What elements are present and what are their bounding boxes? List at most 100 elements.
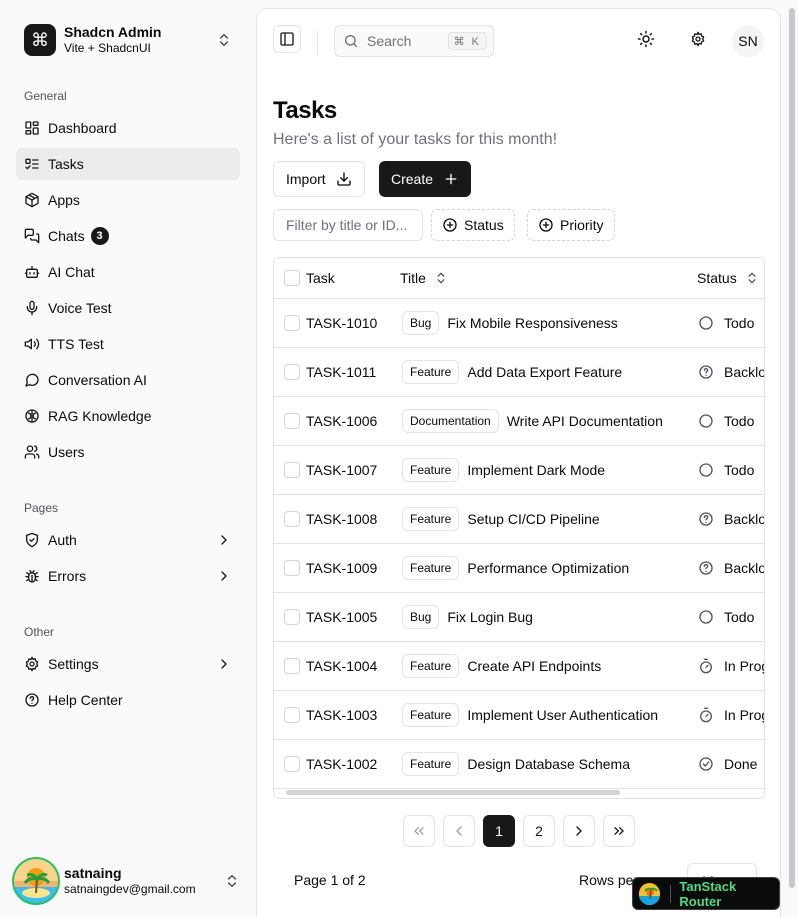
command-icon: ⌘ [24, 24, 56, 56]
page-2-button[interactable]: 2 [523, 815, 555, 847]
create-label: Create [391, 171, 434, 187]
row-checkbox[interactable] [284, 511, 300, 527]
tanstack-label: TanStack Router [679, 878, 737, 909]
sidebar-item-apps[interactable]: Apps [16, 184, 240, 216]
status-filter-button[interactable]: Status [431, 209, 515, 241]
gear-icon [691, 31, 705, 47]
table-row[interactable]: TASK-1011 Feature Add Data Export Feature B… [274, 348, 764, 397]
chevrons-right-icon [614, 827, 624, 835]
row-checkbox[interactable] [284, 560, 300, 576]
sidebar-item-tasks[interactable]: Tasks [16, 148, 240, 180]
task-id: TASK-1004 [306, 658, 378, 674]
last-page-button[interactable] [603, 815, 635, 847]
search-icon [345, 35, 357, 47]
messages-icon [24, 228, 40, 244]
table-row[interactable]: TASK-1007 Feature Implement Dark Mode Todo [274, 446, 764, 495]
row-checkbox[interactable] [284, 658, 300, 674]
table-row[interactable]: TASK-1005 Bug Fix Login Bug Todo [274, 593, 764, 642]
timer-icon [700, 658, 712, 674]
label-badge: Feature [402, 556, 460, 580]
page-1-button[interactable]: 1 [483, 815, 515, 847]
sidebar-item-settings[interactable]: Settings [16, 648, 240, 680]
sidebar-item-auth[interactable]: Auth [16, 524, 240, 556]
task-title: Performance Optimization [467, 560, 630, 576]
column-status-sort[interactable]: Status [697, 258, 759, 298]
chevron-right-icon [221, 571, 227, 581]
row-checkbox[interactable] [284, 756, 300, 772]
title-cell: Feature Implement Dark Mode [402, 446, 605, 494]
sidebar-item-label: Errors [48, 568, 87, 584]
table-row[interactable]: TASK-1003 Feature Implement User Authentic… [274, 691, 764, 740]
sidebar-item-dashboard[interactable]: Dashboard [16, 112, 240, 144]
sidebar-item-label: Apps [48, 192, 80, 208]
search-button[interactable]: Search ⌘ K [334, 25, 494, 57]
help-circle-icon [699, 561, 713, 575]
horizontal-scrollbar[interactable] [286, 790, 620, 795]
next-page-button[interactable] [563, 815, 595, 847]
task-id: TASK-1006 [306, 413, 378, 429]
row-checkbox[interactable] [284, 413, 300, 429]
user-menu[interactable]: satnaing satnaingdev@gmail.com [8, 853, 248, 909]
status-cell: Todo [698, 299, 754, 347]
list-todo-icon [25, 158, 39, 170]
task-title: Write API Documentation [506, 413, 663, 429]
title-cell: Feature Add Data Export Feature [402, 348, 622, 396]
title-cell: Feature Design Database Schema [402, 740, 630, 788]
table-row[interactable]: TASK-1004 Feature Create API Endpoints In P… [274, 642, 764, 691]
chats-count-badge: 3 [90, 227, 109, 245]
label-badge: Feature [402, 752, 460, 776]
task-id: TASK-1007 [306, 462, 378, 478]
page-scrollbar[interactable] [789, 8, 795, 888]
tanstack-devtools-button[interactable]: TanStack Router [632, 877, 780, 910]
filter-input[interactable]: Filter by title or ID... [273, 209, 423, 241]
column-title: Title [400, 270, 426, 286]
bug-icon [25, 570, 39, 583]
sidebar-item-errors[interactable]: Errors [16, 560, 240, 592]
row-select-cell [284, 544, 300, 592]
import-button[interactable]: Import [273, 161, 365, 197]
column-title-sort[interactable]: Title [400, 258, 448, 298]
tanstack-logo [639, 882, 661, 905]
table-header: Task Title Status [274, 258, 764, 299]
sidebar-item-voice-test[interactable]: Voice Test [16, 292, 240, 324]
title-cell: Documentation Write API Documentation [402, 397, 663, 445]
table-row[interactable]: TASK-1010 Bug Fix Mobile Responsiveness Tod… [274, 299, 764, 348]
volume-icon [24, 338, 40, 350]
row-checkbox[interactable] [284, 364, 300, 380]
select-all-checkbox[interactable] [284, 270, 300, 286]
previous-page-button[interactable] [443, 815, 475, 847]
download-icon [337, 172, 351, 186]
sidebar-item-rag-knowledge[interactable]: RAG Knowledge [16, 400, 240, 432]
table-row[interactable]: TASK-1008 Feature Setup CI/CD Pipeline Back… [274, 495, 764, 544]
profile-avatar-button[interactable]: SN [732, 25, 764, 57]
chevrons-left-icon [414, 827, 424, 835]
help-circle-icon [25, 693, 39, 707]
row-checkbox[interactable] [284, 315, 300, 331]
sidebar-item-tts-test[interactable]: TTS Test [16, 328, 240, 360]
settings-button[interactable] [684, 25, 712, 53]
row-checkbox[interactable] [284, 707, 300, 723]
first-page-button[interactable] [403, 815, 435, 847]
table-row[interactable]: TASK-1006 Documentation Write API Document… [274, 397, 764, 446]
title-cell: Feature Create API Endpoints [402, 642, 601, 690]
sidebar-item-ai-chat[interactable]: AI Chat [16, 256, 240, 288]
sidebar-item-conversation-ai[interactable]: Conversation AI [16, 364, 240, 396]
table-row[interactable]: TASK-1002 Feature Design Database Schema Do… [274, 740, 764, 789]
import-label: Import [286, 171, 326, 187]
priority-filter-button[interactable]: Priority [527, 209, 615, 241]
brain-icon [25, 409, 39, 423]
row-checkbox[interactable] [284, 609, 300, 625]
task-id: TASK-1011 [306, 364, 377, 380]
row-select-cell [284, 740, 300, 788]
help-circle-icon [699, 512, 713, 526]
team-switcher[interactable]: ⌘ Shadcn Admin Vite + ShadcnUI [16, 16, 240, 64]
sidebar-item-chats[interactable]: Chats 3 [16, 220, 240, 252]
create-button[interactable]: Create [379, 161, 472, 197]
row-checkbox[interactable] [284, 462, 300, 478]
sidebar-item-help-center[interactable]: Help Center [16, 684, 240, 716]
table-row[interactable]: TASK-1009 Feature Performance Optimization… [274, 544, 764, 593]
search-shortcut: ⌘ K [447, 32, 487, 50]
sidebar-item-users[interactable]: Users [16, 436, 240, 468]
theme-toggle-button[interactable] [632, 25, 660, 53]
sidebar-toggle-button[interactable] [273, 25, 301, 53]
